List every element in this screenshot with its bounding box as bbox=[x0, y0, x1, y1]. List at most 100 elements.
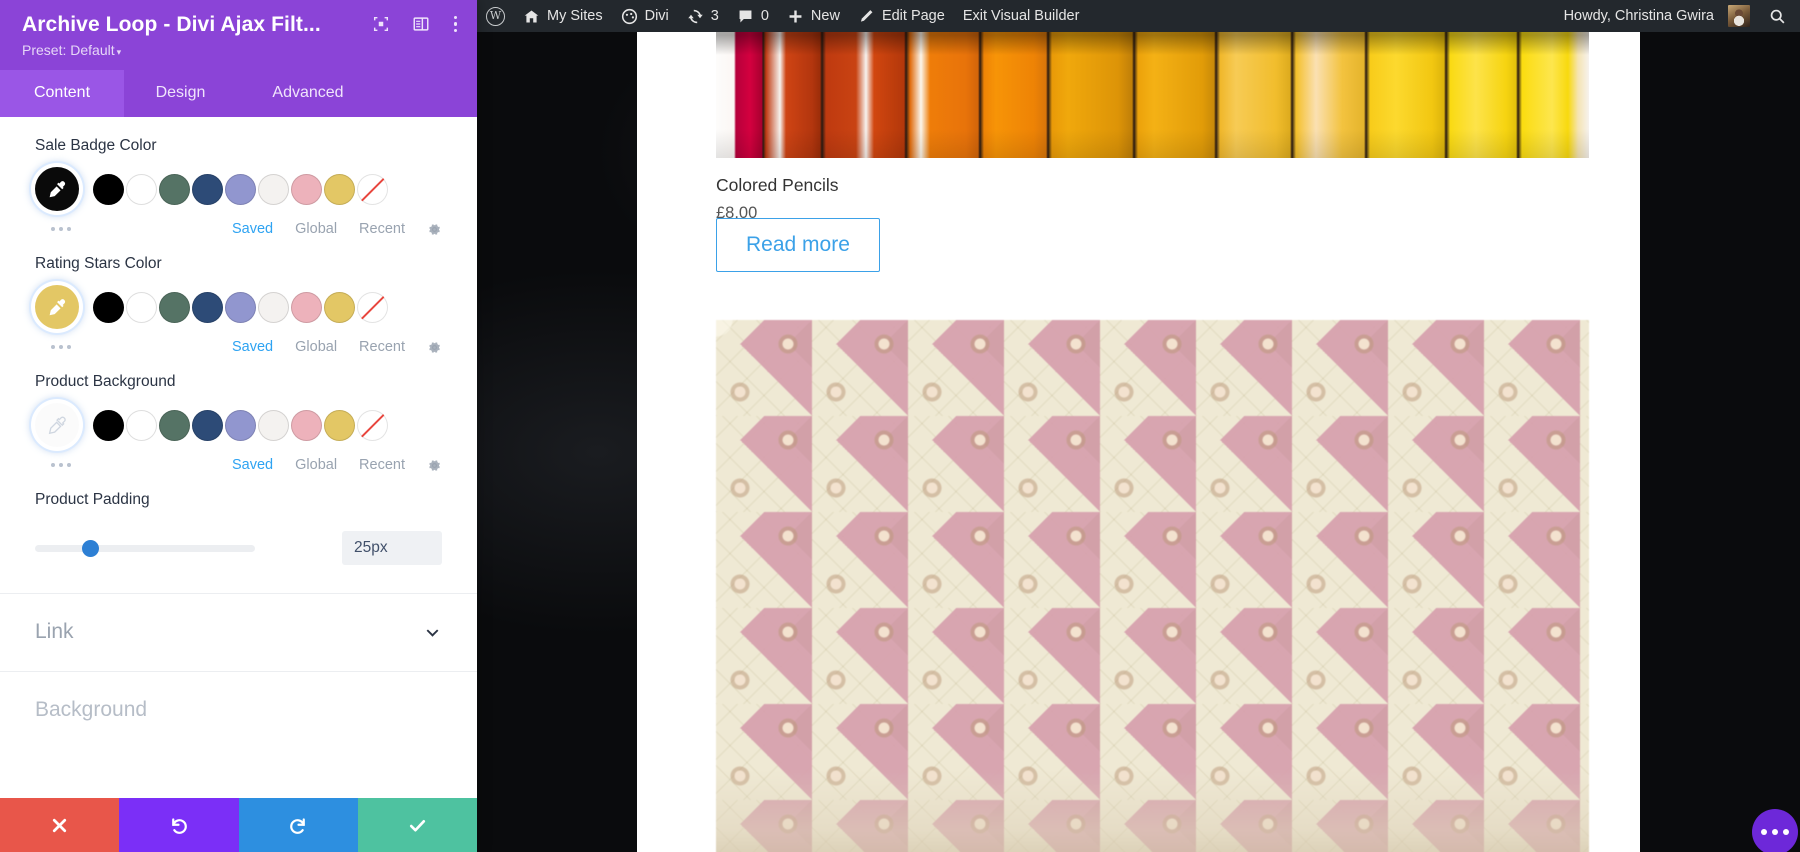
patterned-fabric-image[interactable] bbox=[716, 320, 1589, 852]
accordion-background[interactable]: Background bbox=[0, 672, 477, 749]
dot bbox=[453, 22, 457, 26]
palette-swatch[interactable] bbox=[192, 409, 223, 441]
palette-swatch[interactable] bbox=[93, 173, 124, 205]
link-recent[interactable]: Recent bbox=[359, 457, 405, 473]
link-saved[interactable]: Saved bbox=[232, 457, 273, 473]
screen: My Sites Divi 3 0 New bbox=[0, 0, 1800, 852]
wp-admin-bar: My Sites Divi 3 0 New bbox=[477, 0, 1800, 32]
tab-advanced[interactable]: Advanced bbox=[237, 70, 379, 117]
more-colors-icon[interactable] bbox=[51, 227, 71, 231]
current-color-swatch[interactable] bbox=[35, 167, 79, 211]
palette-swatch[interactable] bbox=[291, 291, 322, 323]
palette-swatch[interactable] bbox=[159, 173, 190, 205]
no-color-swatch[interactable] bbox=[357, 291, 388, 323]
no-color-swatch[interactable] bbox=[357, 409, 388, 441]
accordion-link[interactable]: Link bbox=[0, 594, 477, 671]
palette-swatch[interactable] bbox=[93, 409, 124, 441]
adminbar-label: Exit Visual Builder bbox=[962, 7, 1080, 24]
palette-swatch[interactable] bbox=[291, 173, 322, 205]
palette-swatch[interactable] bbox=[192, 291, 223, 323]
palette-swatch[interactable] bbox=[159, 409, 190, 441]
link-global[interactable]: Global bbox=[295, 339, 337, 355]
undo-icon bbox=[172, 817, 188, 834]
palette-swatch[interactable] bbox=[126, 291, 157, 323]
chevron-down-icon: ▾ bbox=[116, 47, 122, 57]
adminbar-item-divi[interactable]: Divi bbox=[612, 0, 678, 32]
palette-swatch[interactable] bbox=[258, 173, 289, 205]
palette-swatch[interactable] bbox=[159, 291, 190, 323]
link-recent[interactable]: Recent bbox=[359, 221, 405, 237]
save-button[interactable] bbox=[357, 798, 477, 852]
palette-swatch[interactable] bbox=[225, 409, 256, 441]
avatar bbox=[1728, 5, 1750, 27]
color-swatch-row bbox=[35, 285, 442, 329]
palette-swatch[interactable] bbox=[126, 409, 157, 441]
link-saved[interactable]: Saved bbox=[232, 221, 273, 237]
palette-swatch[interactable] bbox=[324, 173, 355, 205]
target-icon[interactable] bbox=[372, 15, 390, 33]
palette-swatch[interactable] bbox=[93, 291, 124, 323]
preset-label: Preset: Default bbox=[22, 42, 115, 58]
tab-design[interactable]: Design bbox=[124, 70, 237, 117]
product-title[interactable]: Colored Pencils bbox=[716, 175, 839, 196]
more-colors-icon[interactable] bbox=[51, 345, 71, 349]
palette-swatch[interactable] bbox=[324, 291, 355, 323]
adminbar-label: Divi bbox=[644, 7, 669, 24]
palette-swatch[interactable] bbox=[126, 173, 157, 205]
color-subrow: Saved Global Recent bbox=[35, 329, 442, 355]
adminbar-item-edit-page[interactable]: Edit Page bbox=[849, 0, 954, 32]
palette-swatch[interactable] bbox=[324, 409, 355, 441]
tab-content[interactable]: Content bbox=[0, 70, 124, 117]
read-more-button[interactable]: Read more bbox=[716, 218, 880, 272]
padding-value-input[interactable]: 25px bbox=[342, 531, 442, 565]
palette-swatch[interactable] bbox=[258, 291, 289, 323]
search-icon[interactable] bbox=[1769, 8, 1786, 25]
link-global[interactable]: Global bbox=[295, 221, 337, 237]
field-rating-stars-color: Rating Stars Color Saved Global Recent bbox=[0, 237, 477, 355]
gear-icon[interactable] bbox=[427, 222, 442, 237]
current-color-swatch[interactable] bbox=[35, 285, 79, 329]
wp-logo-menu[interactable] bbox=[477, 0, 514, 32]
gear-icon[interactable] bbox=[427, 340, 442, 355]
adminbar-item-exit-visual-builder[interactable]: Exit Visual Builder bbox=[954, 0, 1089, 32]
dot bbox=[59, 463, 63, 467]
wordpress-logo-icon bbox=[486, 6, 505, 26]
eyedropper-icon bbox=[48, 416, 66, 434]
link-recent[interactable]: Recent bbox=[359, 339, 405, 355]
cancel-button[interactable] bbox=[0, 798, 120, 852]
slider-thumb[interactable] bbox=[81, 539, 99, 557]
more-options-button[interactable] bbox=[1752, 809, 1798, 852]
undo-button[interactable] bbox=[119, 798, 239, 852]
adminbar-item-new[interactable]: New bbox=[778, 0, 849, 32]
kebab-menu-icon[interactable] bbox=[452, 14, 459, 34]
current-color-swatch[interactable] bbox=[35, 403, 79, 447]
field-sale-badge-color: Sale Badge Color Saved Global Recent bbox=[0, 119, 477, 237]
redo-button[interactable] bbox=[238, 798, 358, 852]
palette-swatch[interactable] bbox=[291, 409, 322, 441]
adminbar-item-comments[interactable]: 0 bbox=[728, 0, 778, 32]
adminbar-item-updates[interactable]: 3 bbox=[678, 0, 728, 32]
dot bbox=[59, 345, 63, 349]
dot bbox=[453, 28, 457, 33]
field-label: Sale Badge Color bbox=[35, 137, 157, 154]
updates-icon bbox=[688, 9, 703, 23]
link-saved[interactable]: Saved bbox=[232, 339, 273, 355]
panel-preset[interactable]: Preset: Default ▾ bbox=[22, 42, 455, 58]
padding-slider[interactable] bbox=[35, 539, 255, 557]
layout-icon[interactable] bbox=[412, 15, 430, 33]
adminbar-label: Edit Page bbox=[881, 7, 945, 24]
more-colors-icon[interactable] bbox=[51, 463, 71, 467]
palette-swatch[interactable] bbox=[225, 173, 256, 205]
palette-swatch[interactable] bbox=[225, 291, 256, 323]
adminbar-item-my-sites[interactable]: My Sites bbox=[514, 0, 612, 32]
colored-pencils-image[interactable] bbox=[716, 32, 1589, 158]
gear-icon[interactable] bbox=[427, 458, 442, 473]
adminbar-account-menu[interactable]: Howdy, Christina Gwira bbox=[1555, 0, 1759, 32]
palette-swatch[interactable] bbox=[192, 173, 223, 205]
link-global[interactable]: Global bbox=[295, 457, 337, 473]
no-color-swatch[interactable] bbox=[357, 173, 388, 205]
palette-swatch[interactable] bbox=[258, 409, 289, 441]
panel-header-icons bbox=[372, 14, 459, 34]
adminbar-right: Howdy, Christina Gwira bbox=[1555, 0, 1800, 32]
panel-header: Archive Loop - Divi Ajax Filt... Preset:… bbox=[0, 0, 477, 70]
